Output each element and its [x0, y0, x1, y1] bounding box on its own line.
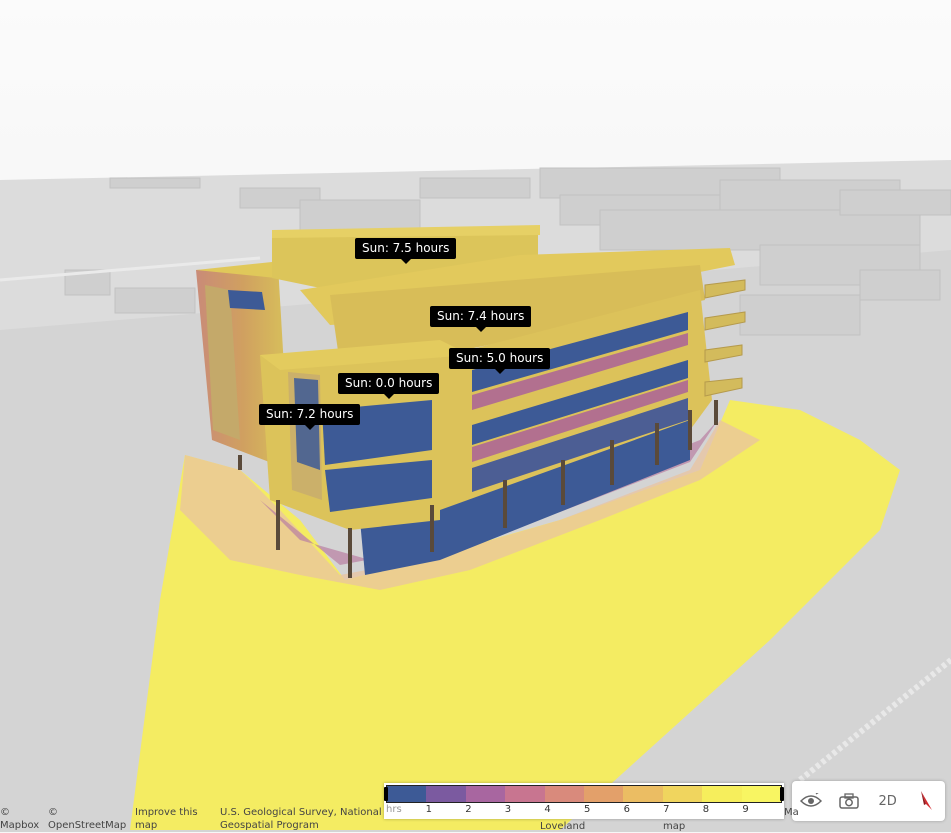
legend-swatch	[741, 786, 782, 802]
improve-map-link[interactable]: Improve this map	[135, 806, 205, 832]
sun-hours-tooltip: Sun: 0.0 hours	[338, 373, 440, 399]
legend-swatch	[623, 786, 663, 802]
legend-max-handle[interactable]	[780, 787, 784, 801]
legend-min-handle[interactable]	[384, 787, 388, 801]
legend-swatch	[584, 786, 624, 802]
attribution-loveland[interactable]: Loveland	[540, 820, 585, 833]
attribution-osm[interactable]: © OpenStreetMap	[48, 806, 128, 832]
sun-hours-tooltip: Sun: 7.4 hours	[430, 306, 532, 332]
left-wing-shade	[228, 290, 265, 310]
attribution-usgs[interactable]: U.S. Geological Survey, National Geospat…	[220, 806, 385, 832]
sun-hours-tooltip: Sun: 7.5 hours	[355, 238, 457, 264]
sun-hours-tooltip: Sun: 7.2 hours	[259, 404, 361, 430]
attribution-mapbox[interactable]: © Mapbox	[0, 806, 40, 832]
attribution-map[interactable]: map	[663, 820, 685, 833]
map-attribution: © Mapbox © OpenStreetMap Improve this ma…	[0, 806, 951, 832]
legend-color-scale[interactable]	[386, 785, 782, 803]
legend-swatch	[544, 786, 585, 802]
legend-swatch	[465, 786, 506, 802]
legend-swatch	[505, 786, 545, 802]
map-3d-view[interactable]	[0, 0, 951, 832]
legend-swatch	[426, 786, 466, 802]
attribution-ma[interactable]: Ma	[784, 806, 799, 819]
legend-swatch	[662, 786, 703, 802]
sun-hours-tooltip: Sun: 5.0 hours	[449, 348, 551, 374]
legend-swatch	[387, 786, 427, 802]
legend-swatch	[702, 786, 742, 802]
